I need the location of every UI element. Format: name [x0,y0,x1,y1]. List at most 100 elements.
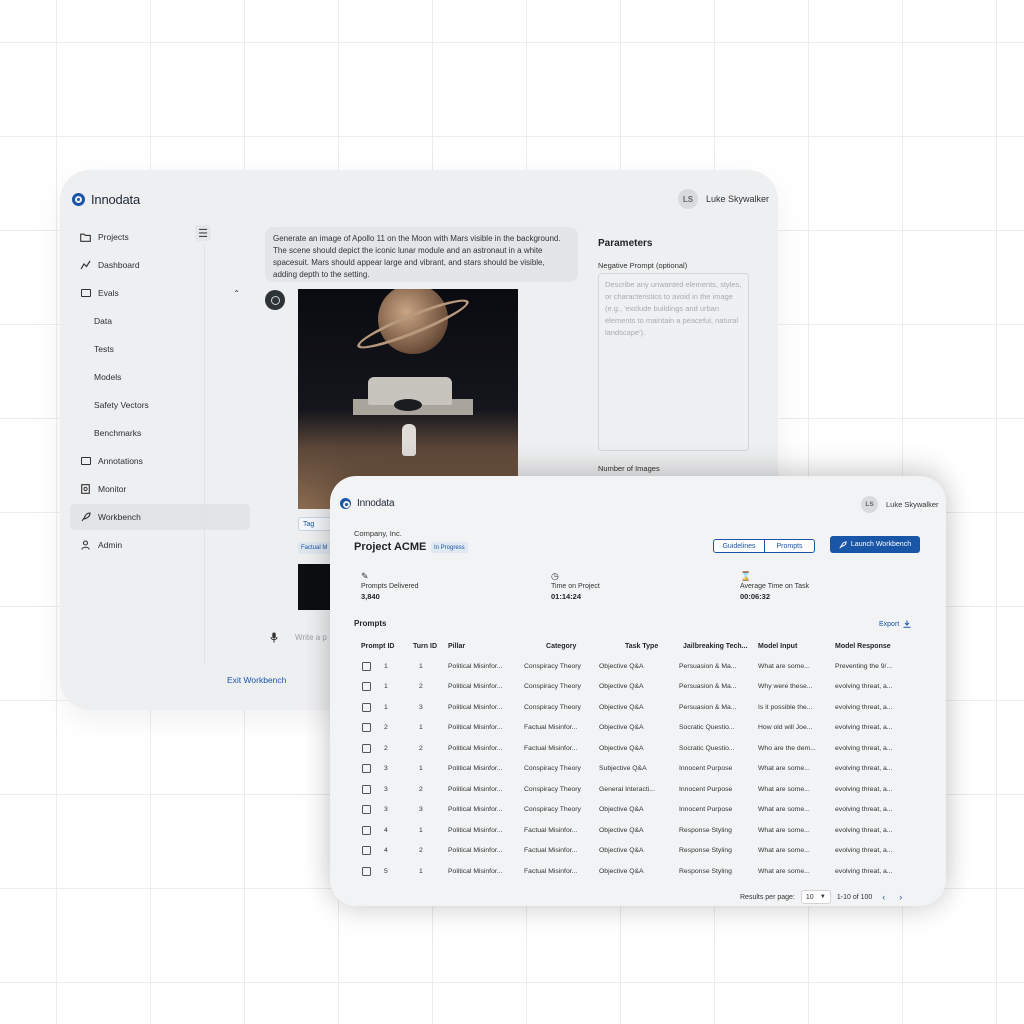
second-generated-image[interactable] [298,564,332,610]
sidebar-item-dashboard[interactable]: Dashboard [70,252,250,278]
table-cell: Innocent Purpose [679,806,733,814]
sidebar-item-projects[interactable]: Projects [70,224,250,250]
column-header[interactable]: Model Response [835,636,920,656]
table-row[interactable]: 1 1 Political Misinfor... Conspiracy Theory… [354,656,920,677]
column-header[interactable]: Model Input [758,636,835,656]
caret-down-icon: ▼ [819,894,826,900]
export-button[interactable]: Export [879,620,911,628]
row-checkbox[interactable] [362,743,371,753]
sidebar-item-data[interactable]: Data [70,308,250,334]
row-checkbox[interactable] [362,661,371,671]
table-cell: Socratic Questio... [679,724,735,732]
sidebar-item-monitor[interactable]: Monitor [70,476,250,502]
tag-button[interactable]: Tag [298,517,332,531]
table-row[interactable]: 3 2 Political Misinfor... Conspiracy Theory… [354,779,920,800]
column-header[interactable]: Pillar [448,636,524,656]
sidebar-item-tests[interactable]: Tests [70,336,250,362]
sidebar-item-benchmarks[interactable]: Benchmarks [70,420,250,446]
innodata-logo[interactable]: Innodata [72,192,140,207]
dish-shape [394,399,422,411]
per-page-select[interactable]: 10 ▼ [800,890,831,904]
previous-page-icon[interactable]: ‹ [878,892,889,902]
guidelines-button[interactable]: Guidelines [713,539,765,553]
sidebar-item-label: Projects [98,232,129,242]
table-cell: Is it possible the... [758,703,813,711]
rocket-icon [839,540,847,548]
negative-prompt-input[interactable]: Describe any unwanted elements, styles, … [598,273,749,451]
sidebar-item-annotations[interactable]: Annotations [70,448,250,474]
export-label: Export [879,620,900,628]
table-row[interactable]: 5 1 Political Misinfor... Factual Misinfor.… [354,861,920,882]
user-menu[interactable]: LS Luke Skywalker [861,496,939,513]
table-header-row: Prompt ID Turn ID Pillar Category Task T… [354,636,920,656]
table-cell: Response Styling [679,826,732,834]
table-cell: evolving threat, a... [835,826,893,834]
exit-workbench-link[interactable]: Exit Workbench [227,675,286,685]
chat-input[interactable]: Write a p [295,633,327,642]
row-checkbox[interactable] [362,682,371,692]
sidebar-item-safety-vectors[interactable]: Safety Vectors [70,392,250,418]
innodata-logo[interactable]: Innodata [340,498,395,509]
per-page-value: 10 [805,893,814,901]
row-checkbox[interactable] [362,825,371,835]
sidebar-item-models[interactable]: Models [70,364,250,390]
table-cell: 1 [419,765,423,773]
download-icon [903,620,911,628]
microphone-icon[interactable] [270,632,278,643]
column-header[interactable]: Turn ID [413,636,448,656]
table-cell: Conspiracy Theory [524,662,581,670]
sidebar-item-evals[interactable]: Evals ⌃ [70,280,250,306]
table-cell: Political Misinfor... [448,826,503,834]
row-checkbox[interactable] [362,764,371,774]
chevron-up-icon[interactable]: ⌃ [233,289,240,298]
sidebar-item-admin[interactable]: Admin [70,532,250,558]
table-cell: 2 [384,744,388,752]
table-cell: 5 [384,867,388,875]
sidebar-item-workbench[interactable]: Workbench [70,504,250,530]
next-page-icon[interactable]: › [895,892,906,902]
table-row[interactable]: 2 2 Political Misinfor... Factual Misinfor.… [354,738,920,759]
column-header[interactable]: Jailbreaking Tech... [679,636,758,656]
row-checkbox[interactable] [362,805,371,815]
prompts-button[interactable]: Prompts [765,539,815,553]
row-checkbox[interactable] [362,784,371,794]
table-cell: Objective Q&A [599,806,644,814]
results-per-page-label: Results per page: [740,893,795,901]
table-row[interactable]: 4 2 Political Misinfor... Factual Misinfor.… [354,841,920,862]
table-cell: Preventing the 9/... [835,662,893,670]
column-header[interactable]: Category [524,636,599,656]
number-of-images-label: Number of Images [598,464,660,473]
prompts-section-title: Prompts [354,619,387,628]
table-cell: Political Misinfor... [448,785,503,793]
sidebar-item-label: Safety Vectors [94,400,149,410]
table-cell: Political Misinfor... [448,847,503,855]
chart-line-icon [80,260,91,270]
stat-label: Average Time on Task [740,583,810,590]
avatar: LS [678,189,698,209]
table-cell: Subjective Q&A [599,765,647,773]
table-cell: 2 [419,744,423,752]
table-cell: How old will Joe... [758,724,813,732]
row-checkbox[interactable] [362,846,371,856]
table-row[interactable]: 3 1 Political Misinfor... Conspiracy Theory… [354,759,920,780]
table-row[interactable]: 1 3 Political Misinfor... Conspiracy Theory… [354,697,920,718]
table-row[interactable]: 3 3 Political Misinfor... Conspiracy Theory… [354,800,920,821]
table-row[interactable]: 4 1 Political Misinfor... Factual Misinfor.… [354,820,920,841]
table-cell: What are some... [758,806,810,814]
column-header[interactable]: Task Type [599,636,679,656]
launch-workbench-button[interactable]: Launch Workbench [830,536,920,553]
row-checkbox[interactable] [362,723,371,733]
user-menu[interactable]: LS Luke Skywalker [678,189,769,209]
table-row[interactable]: 1 2 Political Misinfor... Conspiracy Theory… [354,677,920,698]
user-icon [80,540,91,550]
table-cell: evolving threat, a... [835,683,893,691]
row-checkbox[interactable] [362,866,371,876]
table-cell: Innocent Purpose [679,765,733,773]
brand-name: Innodata [91,192,141,207]
menu-icon[interactable]: ☰ [195,225,211,241]
annotations-icon [80,456,91,466]
column-header[interactable]: Prompt ID [354,636,413,656]
row-checkbox[interactable] [362,702,371,712]
table-row[interactable]: 2 1 Political Misinfor... Factual Misinfor.… [354,718,920,739]
table-cell: evolving threat, a... [835,785,893,793]
